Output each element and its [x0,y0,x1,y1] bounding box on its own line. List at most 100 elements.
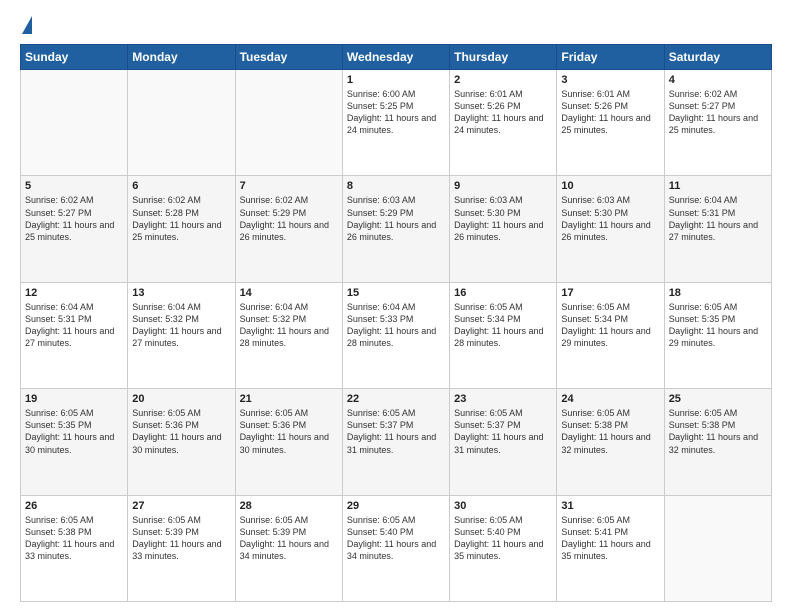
day-number: 2 [454,74,552,86]
day-info: Sunrise: 6:00 AMSunset: 5:25 PMDaylight:… [347,88,445,137]
calendar-cell: 1Sunrise: 6:00 AMSunset: 5:25 PMDaylight… [342,70,449,176]
day-number: 31 [561,500,659,512]
calendar-cell: 23 Sunrise: 6:05 AMSunset: 5:37 PMDayligh… [450,389,557,495]
calendar-header-saturday: Saturday [664,45,771,70]
day-info: Sunrise: 6:05 AMSunset: 5:38 PMDaylight:… [25,514,123,563]
calendar-cell [664,495,771,601]
day-info: Sunrise: 6:05 AMSunset: 5:39 PMDaylight:… [132,514,230,563]
calendar-cell: 15 Sunrise: 6:04 AMSunset: 5:33 PMDayligh… [342,282,449,388]
day-number: 20 [132,393,230,405]
calendar-header-thursday: Thursday [450,45,557,70]
logo-triangle-icon [22,16,32,34]
day-number: 17 [561,287,659,299]
calendar-week-row: 26 Sunrise: 6:05 AMSunset: 5:38 PMDayligh… [21,495,772,601]
calendar-cell: 18 Sunrise: 6:05 AMSunset: 5:35 PMDayligh… [664,282,771,388]
calendar-cell: 27Sunrise: 6:05 AMSunset: 5:39 PMDayligh… [128,495,235,601]
day-info: Sunrise: 6:05 AMSunset: 5:35 PMDaylight:… [669,301,767,350]
calendar-week-row: 1Sunrise: 6:00 AMSunset: 5:25 PMDaylight… [21,70,772,176]
calendar-cell: 19 Sunrise: 6:05 AMSunset: 5:35 PMDayligh… [21,389,128,495]
day-info: Sunrise: 6:05 AMSunset: 5:35 PMDaylight:… [25,407,123,456]
day-info: Sunrise: 6:05 AMSunset: 5:38 PMDaylight:… [669,407,767,456]
calendar-cell: 25 Sunrise: 6:05 AMSunset: 5:38 PMDayligh… [664,389,771,495]
calendar-header-sunday: Sunday [21,45,128,70]
day-info: Sunrise: 6:03 AMSunset: 5:30 PMDaylight:… [454,194,552,243]
logo [20,16,32,36]
calendar-cell: 10Sunrise: 6:03 AMSunset: 5:30 PMDayligh… [557,176,664,282]
calendar-cell: 3 Sunrise: 6:01 AMSunset: 5:26 PMDaylight… [557,70,664,176]
day-number: 3 [561,74,659,86]
calendar-cell [128,70,235,176]
page: SundayMondayTuesdayWednesdayThursdayFrid… [0,0,792,612]
day-number: 4 [669,74,767,86]
calendar-cell: 2 Sunrise: 6:01 AMSunset: 5:26 PMDaylight… [450,70,557,176]
day-info: Sunrise: 6:05 AMSunset: 5:36 PMDaylight:… [240,407,338,456]
day-number: 29 [347,500,445,512]
day-number: 23 [454,393,552,405]
day-info: Sunrise: 6:05 AMSunset: 5:34 PMDaylight:… [454,301,552,350]
day-info: Sunrise: 6:05 AMSunset: 5:40 PMDaylight:… [347,514,445,563]
calendar-week-row: 19 Sunrise: 6:05 AMSunset: 5:35 PMDayligh… [21,389,772,495]
calendar-header-wednesday: Wednesday [342,45,449,70]
day-info: Sunrise: 6:05 AMSunset: 5:37 PMDaylight:… [347,407,445,456]
calendar-cell: 5Sunrise: 6:02 AMSunset: 5:27 PMDaylight… [21,176,128,282]
day-info: Sunrise: 6:05 AMSunset: 5:37 PMDaylight:… [454,407,552,456]
day-number: 12 [25,287,123,299]
day-number: 16 [454,287,552,299]
day-number: 13 [132,287,230,299]
day-number: 10 [561,180,659,192]
calendar-cell: 21 Sunrise: 6:05 AMSunset: 5:36 PMDayligh… [235,389,342,495]
calendar-header-tuesday: Tuesday [235,45,342,70]
day-number: 25 [669,393,767,405]
calendar-cell: 12Sunrise: 6:04 AMSunset: 5:31 PMDayligh… [21,282,128,388]
day-info: Sunrise: 6:04 AMSunset: 5:32 PMDaylight:… [240,301,338,350]
day-info: Sunrise: 6:05 AMSunset: 5:34 PMDaylight:… [561,301,659,350]
header [20,16,772,36]
calendar-week-row: 5Sunrise: 6:02 AMSunset: 5:27 PMDaylight… [21,176,772,282]
calendar-cell: 16 Sunrise: 6:05 AMSunset: 5:34 PMDayligh… [450,282,557,388]
day-number: 30 [454,500,552,512]
day-number: 9 [454,180,552,192]
calendar-cell: 11Sunrise: 6:04 AMSunset: 5:31 PMDayligh… [664,176,771,282]
calendar-cell: 29 Sunrise: 6:05 AMSunset: 5:40 PMDayligh… [342,495,449,601]
calendar-cell: 7 Sunrise: 6:02 AMSunset: 5:29 PMDaylight… [235,176,342,282]
day-info: Sunrise: 6:05 AMSunset: 5:36 PMDaylight:… [132,407,230,456]
calendar-cell: 26 Sunrise: 6:05 AMSunset: 5:38 PMDayligh… [21,495,128,601]
calendar-cell: 20 Sunrise: 6:05 AMSunset: 5:36 PMDayligh… [128,389,235,495]
day-info: Sunrise: 6:03 AMSunset: 5:29 PMDaylight:… [347,194,445,243]
day-info: Sunrise: 6:02 AMSunset: 5:28 PMDaylight:… [132,194,230,243]
calendar-cell: 30 Sunrise: 6:05 AMSunset: 5:40 PMDayligh… [450,495,557,601]
calendar-cell: 4 Sunrise: 6:02 AMSunset: 5:27 PMDaylight… [664,70,771,176]
day-info: Sunrise: 6:04 AMSunset: 5:31 PMDaylight:… [669,194,767,243]
day-number: 6 [132,180,230,192]
day-info: Sunrise: 6:04 AMSunset: 5:33 PMDaylight:… [347,301,445,350]
calendar-week-row: 12Sunrise: 6:04 AMSunset: 5:31 PMDayligh… [21,282,772,388]
day-info: Sunrise: 6:01 AMSunset: 5:26 PMDaylight:… [454,88,552,137]
day-info: Sunrise: 6:02 AMSunset: 5:29 PMDaylight:… [240,194,338,243]
day-number: 21 [240,393,338,405]
day-number: 18 [669,287,767,299]
day-info: Sunrise: 6:05 AMSunset: 5:39 PMDaylight:… [240,514,338,563]
day-number: 22 [347,393,445,405]
day-info: Sunrise: 6:04 AMSunset: 5:32 PMDaylight:… [132,301,230,350]
calendar-header-row: SundayMondayTuesdayWednesdayThursdayFrid… [21,45,772,70]
day-number: 15 [347,287,445,299]
calendar: SundayMondayTuesdayWednesdayThursdayFrid… [20,44,772,602]
calendar-cell: 17 Sunrise: 6:05 AMSunset: 5:34 PMDayligh… [557,282,664,388]
calendar-cell: 8 Sunrise: 6:03 AMSunset: 5:29 PMDaylight… [342,176,449,282]
day-info: Sunrise: 6:05 AMSunset: 5:38 PMDaylight:… [561,407,659,456]
day-number: 19 [25,393,123,405]
day-info: Sunrise: 6:02 AMSunset: 5:27 PMDaylight:… [669,88,767,137]
calendar-cell: 6 Sunrise: 6:02 AMSunset: 5:28 PMDaylight… [128,176,235,282]
day-info: Sunrise: 6:05 AMSunset: 5:40 PMDaylight:… [454,514,552,563]
day-number: 7 [240,180,338,192]
calendar-cell: 14Sunrise: 6:04 AMSunset: 5:32 PMDayligh… [235,282,342,388]
day-number: 26 [25,500,123,512]
day-number: 8 [347,180,445,192]
calendar-header-monday: Monday [128,45,235,70]
calendar-cell: 22 Sunrise: 6:05 AMSunset: 5:37 PMDayligh… [342,389,449,495]
day-info: Sunrise: 6:02 AMSunset: 5:27 PMDaylight:… [25,194,123,243]
calendar-cell: 24Sunrise: 6:05 AMSunset: 5:38 PMDayligh… [557,389,664,495]
day-info: Sunrise: 6:05 AMSunset: 5:41 PMDaylight:… [561,514,659,563]
day-info: Sunrise: 6:01 AMSunset: 5:26 PMDaylight:… [561,88,659,137]
calendar-cell: 28Sunrise: 6:05 AMSunset: 5:39 PMDayligh… [235,495,342,601]
